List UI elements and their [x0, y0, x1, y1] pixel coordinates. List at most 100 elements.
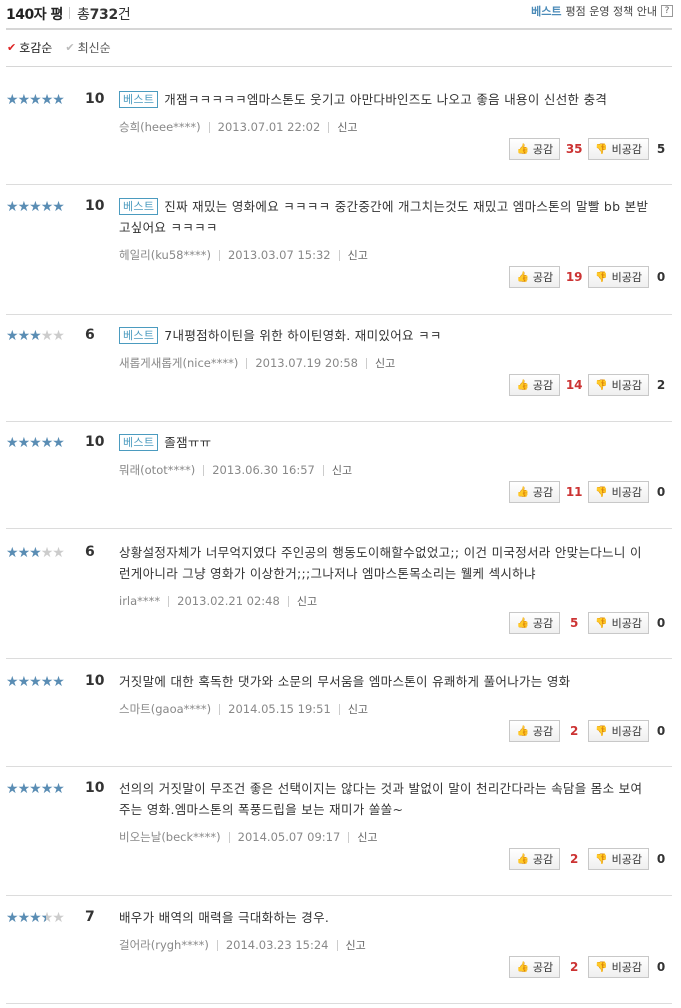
review-body: 졸잼ㅠㅠ	[164, 435, 212, 450]
thumbs-up-icon: 👍	[516, 961, 529, 973]
star-rating: ★★★★★	[6, 781, 65, 797]
review-meta: irla**** 2013.02.21 02:48 신고	[119, 593, 317, 609]
check-icon: ✔	[7, 41, 17, 54]
star-icon: ★	[52, 199, 65, 215]
rating-score: 7	[85, 909, 95, 925]
report-link[interactable]: 신고	[297, 593, 317, 609]
vote-actions: 👍 공감 2 👎 비공감 0	[509, 956, 673, 978]
star-icon: ★	[52, 545, 65, 561]
review-meta: 비오는날(beck****) 2014.05.07 09:17 신고	[119, 829, 378, 845]
sort-by-likes[interactable]: ✔ 호감순	[7, 39, 52, 56]
divider	[203, 464, 205, 476]
disagree-count: 5	[656, 142, 666, 156]
best-label: 베스트	[531, 5, 562, 18]
agree-button[interactable]: 👍 공감	[509, 612, 561, 634]
star-icon: ★	[29, 910, 42, 926]
disagree-button[interactable]: 👎 비공감	[588, 138, 649, 160]
thumbs-down-icon: 👎	[595, 486, 608, 498]
author: 헤일리(ku58****)	[119, 248, 211, 262]
report-link[interactable]: 신고	[346, 937, 366, 953]
review-divider	[6, 895, 672, 896]
disagree-button[interactable]: 👎 비공감	[588, 720, 649, 742]
agree-count: 35	[565, 142, 583, 156]
star-icon: ★	[6, 674, 19, 690]
star-icon: ★	[40, 435, 54, 451]
report-link[interactable]: 신고	[375, 355, 395, 371]
best-badge: 베스트	[119, 198, 159, 215]
star-icon: ★	[40, 545, 54, 561]
rating-score: 10	[85, 673, 105, 689]
report-link[interactable]: 신고	[357, 829, 377, 845]
date: 2014.05.07 09:17	[237, 830, 341, 844]
disagree-button[interactable]: 👎 비공감	[588, 266, 649, 288]
star-icon: ★	[40, 674, 54, 690]
star-icon: ★	[52, 781, 65, 797]
thumbs-down-icon: 👎	[595, 271, 608, 283]
disagree-button[interactable]: 👎 비공감	[588, 612, 649, 634]
star-icon: ★	[41, 911, 54, 925]
star-rating: ★★★★★	[6, 435, 65, 451]
divider	[216, 939, 218, 951]
disagree-button[interactable]: 👎 비공감	[588, 956, 649, 978]
agree-button[interactable]: 👍 공감	[509, 266, 561, 288]
author: 새롭게새롭게(nice****)	[119, 356, 239, 370]
divider	[338, 703, 340, 715]
review-divider	[6, 766, 672, 767]
vote-actions: 👍 공감 5 👎 비공감 0	[509, 612, 673, 634]
disagree-button[interactable]: 👎 비공감	[588, 848, 649, 870]
rating-score: 10	[85, 198, 105, 214]
star-icon: ★	[17, 910, 31, 926]
star-icon: ★	[6, 910, 19, 926]
date: 2013.02.21 02:48	[177, 594, 280, 608]
author: 스마트(gaoa****)	[119, 702, 212, 716]
vote-actions: 👍 공감 2 👎 비공감 0	[509, 848, 673, 870]
star-icon: ★	[6, 545, 19, 561]
thumbs-up-icon: 👍	[516, 853, 529, 865]
policy-link[interactable]: 베스트 평점 운영 정책 안내 ?	[531, 3, 673, 19]
thumbs-up-icon: 👍	[516, 143, 529, 155]
report-link[interactable]: 신고	[332, 462, 352, 478]
best-badge: 베스트	[119, 434, 159, 451]
agree-button[interactable]: 👍 공감	[509, 374, 561, 396]
divider	[348, 831, 350, 843]
review-body: 개잼ㅋㅋㅋㅋㅋ엠마스톤도 웃기고 아만다바인즈도 나오고 좋음 내용이 신선한 …	[164, 92, 608, 107]
agree-label: 공감	[532, 379, 554, 392]
author: irla****	[119, 594, 161, 608]
divider	[219, 703, 221, 715]
star-rating: ★★★★★	[6, 674, 65, 690]
report-link[interactable]: 신고	[337, 119, 357, 135]
date: 2013.07.01 22:02	[217, 120, 321, 134]
best-badge: 베스트	[119, 91, 159, 108]
sort-by-latest[interactable]: ✔ 최신순	[65, 39, 110, 56]
star-icon: ★	[17, 545, 31, 561]
agree-button[interactable]: 👍 공감	[509, 138, 561, 160]
agree-button[interactable]: 👍 공감	[509, 848, 561, 870]
star-icon: ★	[29, 328, 42, 344]
disagree-label: 비공감	[611, 961, 642, 974]
author: 뭐래(otot****)	[119, 463, 196, 477]
report-link[interactable]: 신고	[348, 247, 368, 263]
agree-label: 공감	[532, 486, 554, 499]
date: 2014.05.15 19:51	[228, 702, 331, 716]
agree-label: 공감	[532, 143, 554, 156]
star-icon: ★	[29, 92, 42, 108]
star-icon: ★	[17, 92, 31, 108]
disagree-button[interactable]: 👎 비공감	[588, 481, 649, 503]
agree-count: 5	[569, 616, 579, 630]
review-body: 선의의 거짓말이 무조건 좋은 선택이지는 않다는 것과 발없이 말이 천리간다…	[119, 781, 643, 817]
star-icon: ★	[17, 435, 31, 451]
agree-button[interactable]: 👍 공감	[509, 956, 561, 978]
reviews-header: 140자 평 총732건 베스트 평점 운영 정책 안내 ?	[6, 0, 673, 28]
agree-label: 공감	[532, 961, 554, 974]
star-icon: ★	[17, 781, 31, 797]
disagree-button[interactable]: 👎 비공감	[588, 374, 649, 396]
divider	[246, 357, 248, 369]
date: 2014.03.23 15:24	[225, 938, 329, 952]
help-icon[interactable]: ?	[661, 5, 673, 17]
divider	[338, 249, 340, 261]
divider	[69, 7, 70, 19]
agree-button[interactable]: 👍 공감	[509, 720, 561, 742]
report-link[interactable]: 신고	[348, 701, 368, 717]
divider	[336, 939, 338, 951]
agree-button[interactable]: 👍 공감	[509, 481, 561, 503]
